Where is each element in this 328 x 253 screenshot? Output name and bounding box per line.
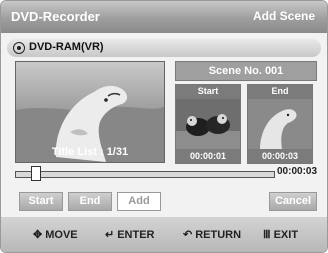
start-thumbnail: Start 00:00:01 xyxy=(175,84,241,164)
start-thumb-label: Start xyxy=(197,86,219,96)
dolphin-thumb-image xyxy=(248,99,312,149)
nav-enter-label: ENTER xyxy=(117,229,155,241)
nav-return-label: RETURN xyxy=(195,229,242,241)
app-title: DVD-Recorder xyxy=(11,9,100,24)
disc-type-bar: DVD-RAM(VR) xyxy=(7,39,321,57)
nav-return: ↶ RETURN xyxy=(183,228,241,241)
return-icon: ↶ xyxy=(183,229,193,241)
otters-image xyxy=(176,99,240,149)
move-arrows-icon: ✥ xyxy=(33,229,43,241)
nav-exit: Ⅲ EXIT xyxy=(263,228,298,241)
exit-icon: Ⅲ xyxy=(263,229,271,241)
total-time: 00:00:03 xyxy=(277,166,318,177)
enter-icon: ↵ xyxy=(105,229,115,241)
scene-number: Scene No. 001 xyxy=(175,61,317,81)
title-preview: Title List : 1/31 xyxy=(15,61,165,163)
end-thumb-label: End xyxy=(271,86,289,96)
nav-exit-label: EXIT xyxy=(273,229,299,241)
end-time: 00:00:03 xyxy=(261,151,299,161)
end-button[interactable]: End xyxy=(68,192,112,211)
nav-move: ✥ MOVE xyxy=(33,228,78,241)
disc-icon xyxy=(13,42,25,54)
disc-type-label: DVD-RAM(VR) xyxy=(29,41,104,53)
start-button[interactable]: Start xyxy=(19,192,63,211)
title-list-caption: Title List : 1/31 xyxy=(51,146,129,158)
dvd-recorder-screen: DVD-Recorder Add Scene DVD-RAM(VR) Title… xyxy=(0,0,328,253)
nav-enter: ↵ ENTER xyxy=(105,228,155,241)
timeline-slider-knob[interactable] xyxy=(31,166,41,181)
title-bar: DVD-Recorder Add Scene xyxy=(1,1,327,33)
mode-title: Add Scene xyxy=(252,9,315,23)
cancel-button[interactable]: Cancel xyxy=(269,192,317,211)
nav-move-label: MOVE xyxy=(45,229,78,241)
end-thumbnail: End 00:00:03 xyxy=(247,84,313,164)
timeline-track[interactable] xyxy=(15,171,275,178)
add-button[interactable]: Add xyxy=(117,192,161,211)
start-time: 00:00:01 xyxy=(189,151,227,161)
footer-nav: ✥ MOVE ↵ ENTER ↶ RETURN Ⅲ EXIT xyxy=(1,217,327,252)
